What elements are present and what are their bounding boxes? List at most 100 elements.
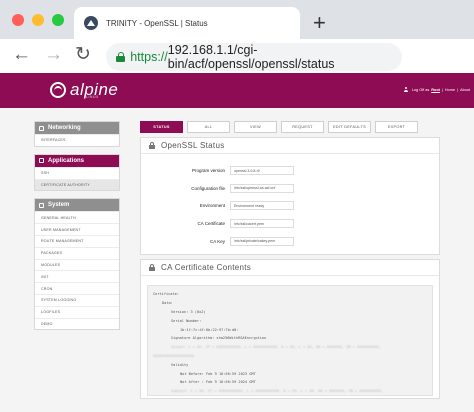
certificate-line: Signature Algorithm: sha256WithRSAEncryp… [171, 336, 267, 341]
back-button[interactable]: ← [12, 44, 31, 66]
section-icon [39, 158, 44, 164]
panel-title: CA Certificate Contents [161, 262, 252, 272]
field-label: CA Certificate [197, 221, 225, 227]
reload-button[interactable]: ↻ [75, 44, 91, 66]
ca-certificate-value: /etc/ssl/cacert.pem [230, 219, 294, 229]
certificate-line: Version: 3 (0x2) [171, 309, 206, 314]
alpine-logo[interactable]: alpine [50, 80, 118, 100]
forward-button[interactable]: → [44, 44, 63, 66]
panel-title: OpenSSL Status [161, 141, 225, 150]
sidebar-section-header[interactable]: Networking [35, 122, 119, 134]
link-separator: | [441, 87, 443, 92]
program-version-value: openssl 3.0.8-r0 [230, 166, 294, 176]
close-window-button[interactable] [12, 14, 24, 26]
sidebar-section-header[interactable]: System [35, 199, 119, 212]
sidebar-section-networking: Networking INTERFACES [34, 121, 120, 147]
sidebar-item-modules[interactable]: MODULES [35, 258, 119, 271]
field-row: Program version openssl 3.0.8-r0 [141, 162, 439, 180]
lock-icon [149, 263, 155, 271]
logoff-link[interactable]: Root [431, 88, 440, 92]
field-row: Environment Environment ready [141, 197, 439, 215]
environment-value: Environment ready [230, 201, 294, 211]
user-links: Log Off as Root | Home | About [404, 87, 470, 92]
tab-view[interactable]: VIEW [234, 121, 277, 133]
certificate-line: 1b:1f:7c:4f:6b:22:97:7b:d0: [180, 327, 239, 332]
sidebar-item-ssh[interactable]: SSH [35, 166, 119, 179]
user-icon [404, 87, 409, 92]
sidebar-item-general-health[interactable]: GENERAL HEALTH [35, 211, 119, 223]
about-link[interactable]: About [460, 88, 470, 92]
sidebar-section-header[interactable]: Applications [35, 154, 119, 167]
sidebar-item-user-management[interactable]: USER MANAGEMENT [35, 223, 119, 235]
certificate-line: Not Before: Feb 9 16:56:59 2023 GMT [180, 371, 256, 376]
section-icon [39, 125, 44, 131]
sidebar-item-demo[interactable]: DEMO [35, 317, 119, 330]
section-title: System [48, 202, 70, 209]
field-row: Configuration file /etc/ssl/openssl-ca-a… [141, 180, 439, 198]
sidebar-section-system: System GENERAL HEALTH USER MANAGEMENT RO… [34, 198, 120, 331]
tab-export[interactable]: EXPORT [375, 121, 418, 133]
sidebar-item-packages[interactable]: PACKAGES [35, 246, 119, 259]
new-tab-button[interactable]: + [313, 10, 326, 36]
section-title: Networking [48, 125, 81, 131]
sidebar-item-logfiles[interactable]: LOGFILES [35, 305, 119, 318]
field-label: Configuration file [191, 185, 225, 191]
browser-toolbar: ← → ↻ https:// 192.168.1.1/cgi-bin/acf/o… [0, 39, 474, 73]
certificate-line: Not After : Feb 9 16:56:59 2024 GMT [180, 380, 256, 385]
panel-header: OpenSSL Status [141, 138, 439, 154]
home-link[interactable]: Home [445, 88, 455, 92]
field-label: Program version [191, 168, 225, 174]
sidebar-item-certificate-authority[interactable]: CERTIFICATE AUTHORITY [35, 178, 119, 191]
sidebar: Networking INTERFACES Applications SSH C… [34, 121, 120, 337]
sidebar-item-init[interactable]: INIT [35, 270, 119, 282]
web-page: alpine LINUX Log Off as Root | Home | Ab… [0, 73, 474, 412]
main-content: STATUS ALL VIEW REQUEST EDIT DEFAULTS EX… [140, 121, 440, 399]
panel-header: CA Certificate Contents [141, 260, 439, 276]
tab-all[interactable]: ALL [187, 121, 230, 133]
section-icon [39, 202, 44, 208]
lock-icon [116, 52, 125, 62]
logo-subtext: LINUX [86, 95, 99, 99]
status-fields: Program version openssl 3.0.8-r0 Configu… [141, 154, 439, 254]
openssl-status-panel: OpenSSL Status Program version openssl 3… [140, 137, 440, 255]
sidebar-item-system-logging[interactable]: SYSTEM LOGGING [35, 293, 119, 306]
sidebar-section-applications: Applications SSH CERTIFICATE AUTHORITY [34, 153, 120, 192]
certificate-line: Serial Number: [171, 318, 202, 323]
maximize-window-button[interactable] [52, 14, 64, 26]
field-row: CA Key /etc/ssl/private/cakey.pem [141, 232, 439, 250]
browser-tab[interactable]: TRINITY - OpenSSL | Status [74, 7, 300, 39]
certificate-line: Certificate: [153, 292, 179, 297]
tab-edit-defaults[interactable]: EDIT DEFAULTS [328, 121, 371, 133]
certificate-line: Issuer: C = XX, ST = XXXXXXXXXXX, L = XX… [171, 345, 381, 350]
header-banner: alpine LINUX Log Off as Root | Home | Ab… [0, 73, 474, 108]
certificate-line: XXXXXXXXXXXXXXXXXXX [153, 353, 195, 358]
alpine-mountain-icon [50, 82, 66, 98]
certificate-line: Data: [162, 301, 173, 306]
tab-request[interactable]: REQUEST [281, 121, 324, 133]
ca-key-value: /etc/ssl/private/cakey.pem [230, 236, 294, 246]
page-tabs: STATUS ALL VIEW REQUEST EDIT DEFAULTS EX… [140, 121, 440, 133]
certificate-line: Subject: C = XX, ST = XXXXXXXXXXX, L = X… [171, 389, 384, 394]
sidebar-item-cron[interactable]: CRON [35, 282, 119, 294]
certificate-line: Validity [171, 362, 189, 367]
logoff-prefix: Log Off as [411, 87, 430, 92]
address-bar[interactable]: https:// 192.168.1.1/cgi-bin/acf/openssl… [106, 43, 402, 71]
ca-certificate-panel: CA Certificate Contents Certificate: Data… [140, 258, 440, 399]
url-scheme: https:// [130, 50, 168, 64]
window-controls [12, 14, 64, 26]
favicon-icon [84, 16, 98, 30]
configuration-file-value: /etc/ssl/openssl-ca-acf.cnf [230, 183, 294, 193]
sidebar-item-route-management[interactable]: ROUTE MANAGEMENT [35, 234, 119, 247]
minimize-window-button[interactable] [32, 14, 44, 26]
tab-status[interactable]: STATUS [140, 121, 183, 133]
field-label: CA Key [209, 238, 225, 244]
field-row: CA Certificate /etc/ssl/cacert.pem [141, 215, 439, 233]
lock-icon [149, 142, 155, 149]
link-separator: | [457, 87, 459, 92]
browser-chrome: TRINITY - OpenSSL | Status + ← → ↻ https… [0, 0, 474, 73]
field-label: Environment [199, 203, 225, 209]
sidebar-item-interfaces[interactable]: INTERFACES [35, 134, 119, 146]
section-title: Applications [48, 157, 85, 164]
tab-title: TRINITY - OpenSSL | Status [106, 18, 208, 28]
url-text: 192.168.1.1/cgi-bin/acf/openssl/openssl/… [167, 43, 335, 71]
